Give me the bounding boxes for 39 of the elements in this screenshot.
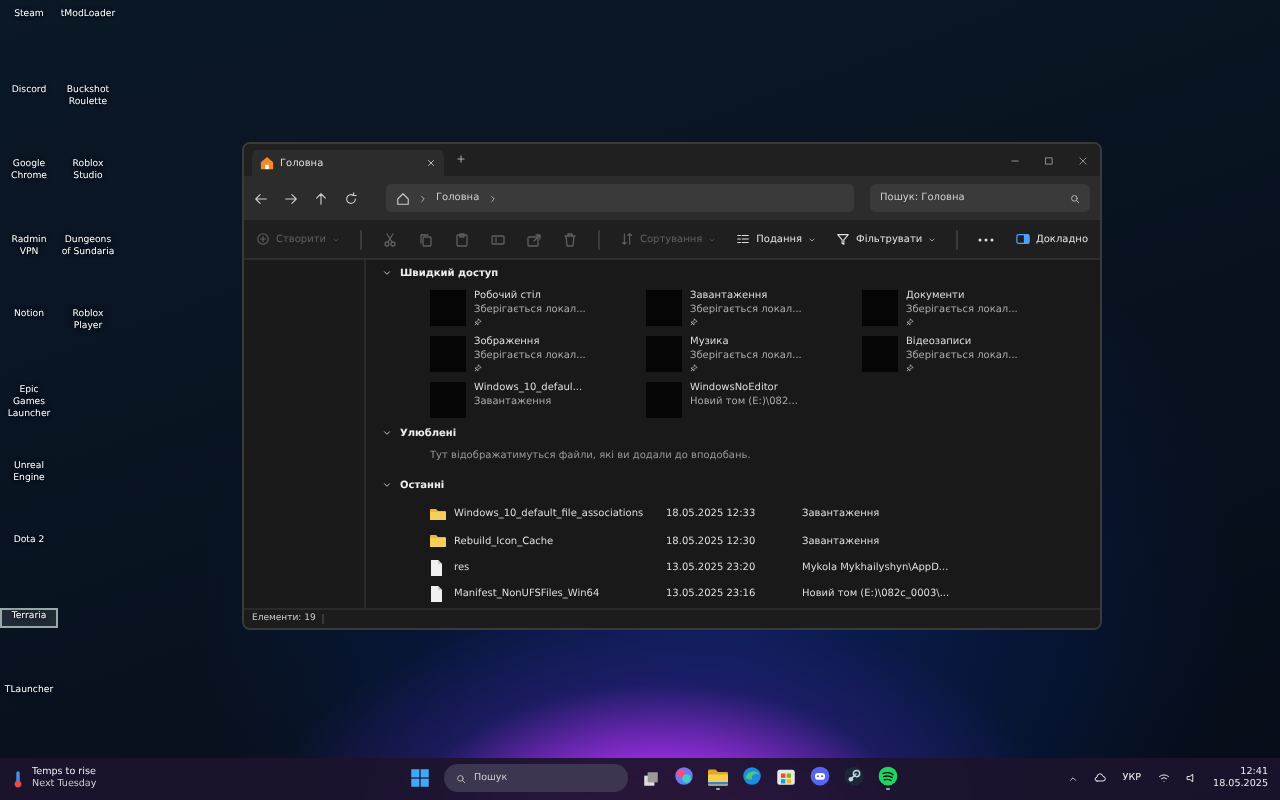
folder-icon: [430, 507, 446, 521]
filter-icon: [836, 232, 851, 246]
search-icon: [1070, 193, 1080, 203]
task-view-icon[interactable]: [642, 769, 660, 788]
thermometer-icon[interactable]: [12, 769, 24, 788]
wifi-icon[interactable]: [1157, 772, 1170, 785]
maximize-icon[interactable]: [1044, 155, 1054, 165]
chevron-up-icon[interactable]: [1068, 773, 1079, 784]
chevron-icon[interactable]: [382, 428, 392, 439]
home-icon: [260, 156, 274, 170]
store-bag-icon[interactable]: [776, 766, 796, 787]
breadcrumb-chevron-icon: [418, 193, 428, 203]
file-icon: [430, 559, 442, 576]
back-arrow-icon[interactable]: [254, 191, 268, 205]
details-pane-icon: [1015, 232, 1030, 246]
start-icon[interactable]: [410, 768, 430, 789]
close-icon[interactable]: [1078, 155, 1088, 165]
file-icon: [430, 586, 442, 603]
forward-arrow-icon[interactable]: [284, 191, 298, 205]
folder-icon: [430, 534, 446, 548]
home-icon: [396, 191, 410, 205]
list-view-icon: [736, 232, 751, 246]
new-tab-icon[interactable]: [456, 153, 466, 163]
breadcrumb-chevron-icon[interactable]: [487, 193, 498, 203]
chevron-icon[interactable]: [382, 268, 392, 279]
search-icon: [456, 773, 466, 784]
browser-icon[interactable]: [742, 766, 762, 787]
chevron-icon[interactable]: [382, 480, 392, 491]
game-launcher-icon[interactable]: [844, 766, 864, 787]
chat-app-icon[interactable]: [810, 766, 830, 787]
refresh-icon[interactable]: [344, 191, 358, 205]
plus-circle-icon: [256, 232, 270, 246]
sort-icon: [620, 232, 634, 246]
folder-icon[interactable]: [708, 767, 728, 786]
cloud-icon[interactable]: [1094, 772, 1107, 785]
up-arrow-icon[interactable]: [314, 191, 328, 205]
music-app-icon[interactable]: [878, 766, 898, 787]
colorful-orb-icon[interactable]: [674, 766, 694, 787]
speaker-icon[interactable]: [1185, 772, 1198, 785]
